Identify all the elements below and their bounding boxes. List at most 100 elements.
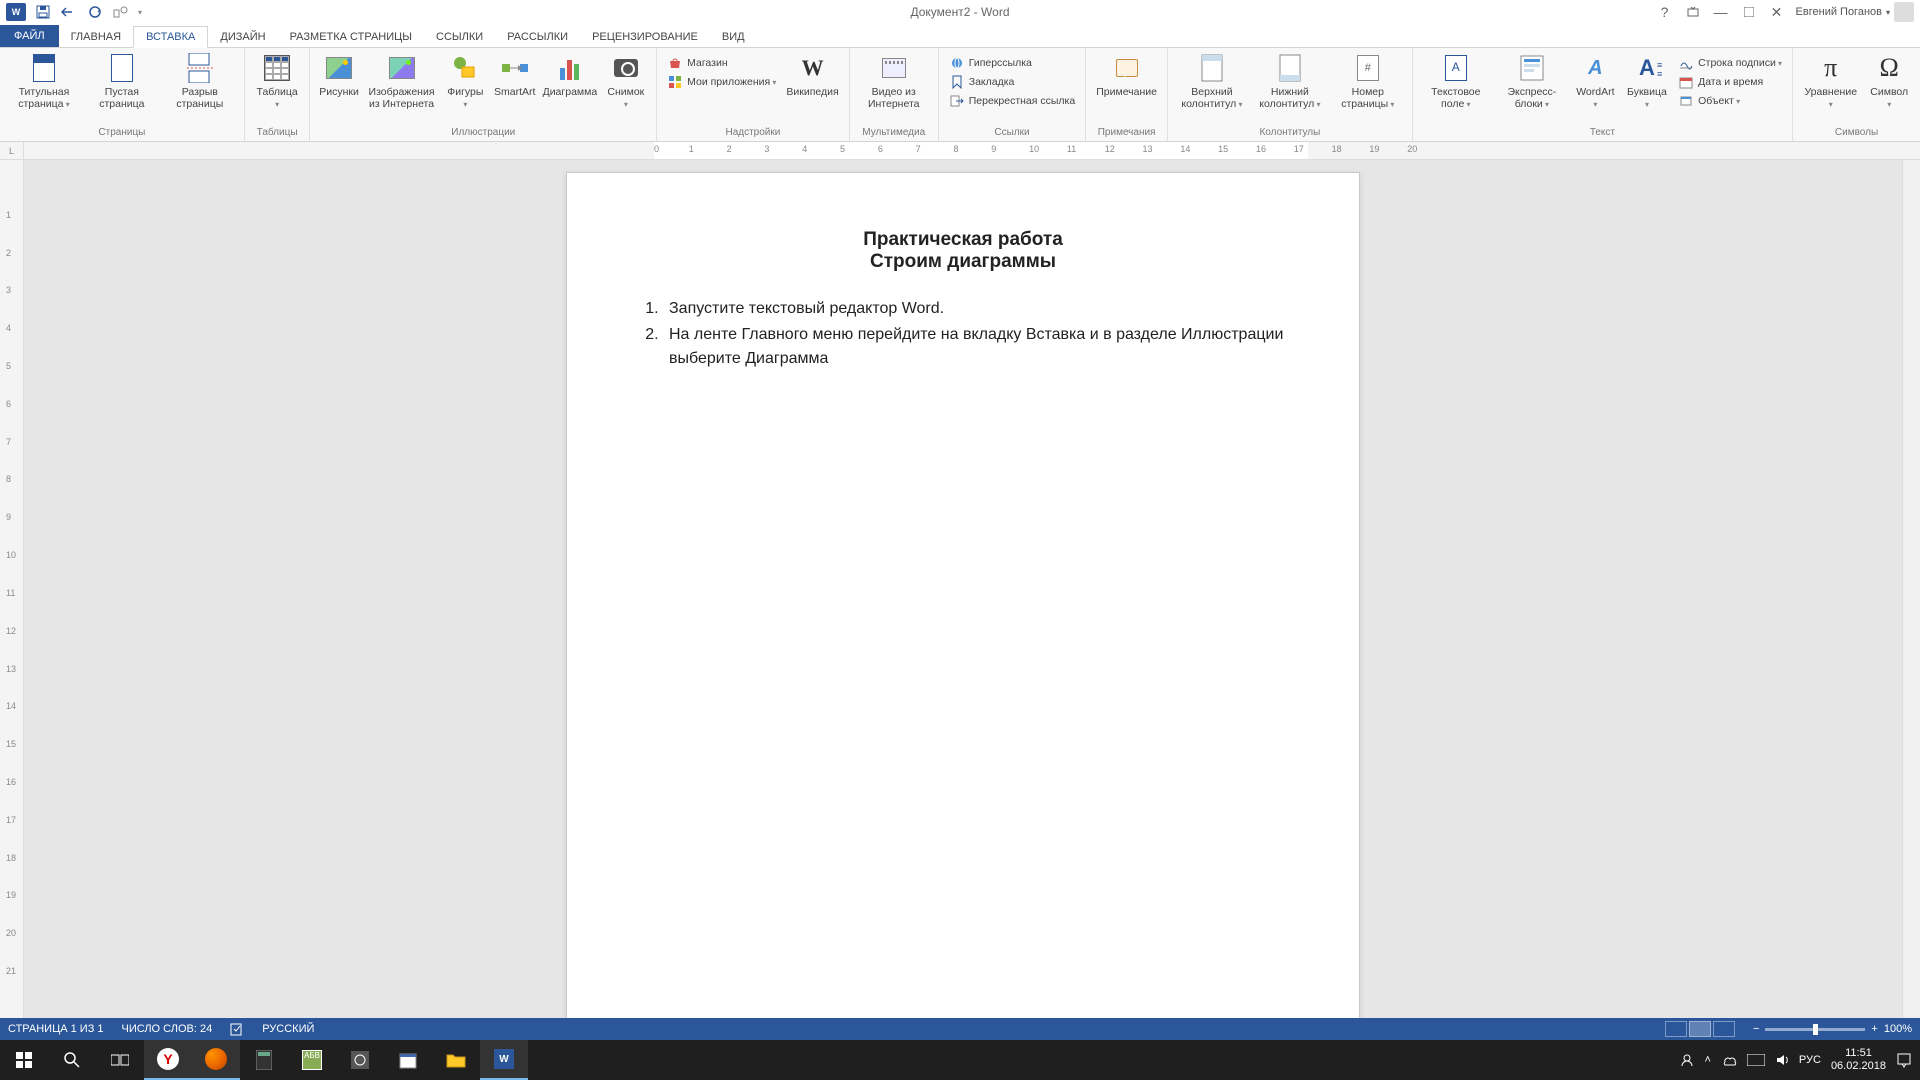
tab-file[interactable]: ФАЙЛ: [0, 25, 59, 47]
taskbar-app-2[interactable]: [336, 1040, 384, 1080]
document-area: 123456789101112131415161718192021 Практи…: [0, 160, 1920, 1018]
zoom-in-button[interactable]: +: [1871, 1023, 1877, 1035]
doc-title-1: Практическая работа: [637, 229, 1289, 251]
quick-parts-button[interactable]: Экспресс-блоки: [1495, 50, 1569, 112]
tab-review[interactable]: РЕЦЕНЗИРОВАНИЕ: [580, 27, 710, 47]
hyperlink-icon: [949, 55, 965, 71]
taskbar-word[interactable]: W: [480, 1040, 528, 1080]
taskbar-app-1[interactable]: АБВ: [288, 1040, 336, 1080]
web-layout-button[interactable]: [1713, 1021, 1735, 1037]
user-account[interactable]: Евгений Поганов ▾: [1796, 2, 1914, 22]
undo-icon[interactable]: [60, 3, 78, 21]
document-scroll[interactable]: Практическая работа Строим диаграммы Зап…: [24, 160, 1902, 1018]
status-words[interactable]: ЧИСЛО СЛОВ: 24: [122, 1023, 213, 1035]
comment-button[interactable]: Примечание: [1092, 50, 1161, 100]
ribbon: Титульная страница Пустая страница Разры…: [0, 48, 1920, 142]
status-page[interactable]: СТРАНИЦА 1 ИЗ 1: [8, 1023, 104, 1035]
taskbar-calendar[interactable]: [384, 1040, 432, 1080]
qat-customize-icon[interactable]: ▾: [138, 8, 142, 17]
pictures-button[interactable]: Рисунки: [316, 50, 361, 100]
start-button[interactable]: [0, 1040, 48, 1080]
save-icon[interactable]: [34, 3, 52, 21]
table-button[interactable]: Таблица: [251, 50, 304, 112]
online-pictures-button[interactable]: Изображения из Интернета: [364, 50, 440, 112]
close-icon[interactable]: ✕: [1768, 5, 1786, 19]
help-icon[interactable]: ?: [1656, 5, 1674, 19]
minimize-icon[interactable]: —: [1712, 5, 1730, 19]
zoom-value[interactable]: 100%: [1884, 1023, 1912, 1035]
tab-home[interactable]: ГЛАВНАЯ: [59, 27, 133, 47]
online-video-button[interactable]: Видео из Интернета: [856, 50, 932, 112]
tab-view[interactable]: ВИД: [710, 27, 757, 47]
list-item: Запустите текстовый редактор Word.: [663, 297, 1289, 321]
screenshot-button[interactable]: Снимок: [602, 50, 651, 112]
page-break-button[interactable]: Разрыв страницы: [162, 50, 238, 112]
text-box-button[interactable]: AТекстовое поле: [1419, 50, 1493, 112]
horizontal-ruler[interactable]: L 01234567891011121314151617181920: [0, 142, 1920, 160]
tray-ime[interactable]: РУС: [1799, 1054, 1821, 1066]
shapes-button[interactable]: Фигуры: [441, 50, 489, 112]
footer-button[interactable]: Нижний колонтитул: [1252, 50, 1328, 112]
tab-mailings[interactable]: РАССЫЛКИ: [495, 27, 580, 47]
equation-button[interactable]: πУравнение: [1799, 50, 1862, 112]
status-proofing-icon[interactable]: [230, 1022, 244, 1036]
tab-layout[interactable]: РАЗМЕТКА СТРАНИЦЫ: [278, 27, 424, 47]
zoom-out-button[interactable]: −: [1753, 1023, 1759, 1035]
my-apps-button[interactable]: Мои приложения: [663, 73, 780, 91]
page-number-button[interactable]: #Номер страницы: [1330, 50, 1406, 112]
group-label: Символы: [1799, 125, 1914, 141]
read-mode-button[interactable]: [1665, 1021, 1687, 1037]
apps-icon: [667, 74, 683, 90]
task-view-button[interactable]: [96, 1040, 144, 1080]
taskbar-yandex[interactable]: Y: [144, 1040, 192, 1080]
date-time-button[interactable]: Дата и время: [1674, 73, 1786, 91]
symbol-button[interactable]: ΩСимвол: [1864, 50, 1914, 112]
header-button[interactable]: Верхний колонтитул: [1174, 50, 1250, 112]
tray-volume-icon[interactable]: [1775, 1053, 1789, 1067]
tab-design[interactable]: ДИЗАЙН: [208, 27, 277, 47]
cross-reference-button[interactable]: Перекрестная ссылка: [945, 92, 1079, 110]
wikipedia-button[interactable]: WВикипедия: [782, 50, 842, 100]
tab-insert[interactable]: ВСТАВКА: [133, 26, 208, 48]
list-item: На ленте Главного меню перейдите на вкла…: [663, 323, 1289, 371]
group-tables: Таблица Таблицы: [245, 48, 311, 141]
group-label: Колонтитулы: [1174, 125, 1406, 141]
ribbon-options-icon[interactable]: [1684, 5, 1702, 19]
tray-notifications-icon[interactable]: [1896, 1052, 1912, 1068]
group-addins: Магазин Мои приложения WВикипедия Надстр…: [657, 48, 850, 141]
tray-clock[interactable]: 11:51 06.02.2018: [1831, 1047, 1886, 1072]
bookmark-button[interactable]: Закладка: [945, 73, 1079, 91]
vertical-scrollbar[interactable]: [1902, 160, 1920, 1018]
user-name: Евгений Поганов: [1796, 6, 1882, 18]
taskbar-firefox[interactable]: [192, 1040, 240, 1080]
cover-page-button[interactable]: Титульная страница: [6, 50, 82, 112]
taskbar-calculator[interactable]: [240, 1040, 288, 1080]
store-button[interactable]: Магазин: [663, 54, 780, 72]
vertical-ruler[interactable]: 123456789101112131415161718192021: [0, 160, 24, 1018]
touch-mode-icon[interactable]: [112, 3, 130, 21]
status-language[interactable]: РУССКИЙ: [262, 1023, 314, 1035]
maximize-icon[interactable]: [1740, 5, 1758, 19]
tray-up-icon[interactable]: ˄: [1704, 1054, 1710, 1066]
taskbar-explorer[interactable]: [432, 1040, 480, 1080]
tab-references[interactable]: ССЫЛКИ: [424, 27, 495, 47]
drop-cap-button[interactable]: A≡≡Буквица: [1622, 50, 1672, 112]
group-comments: Примечание Примечания: [1086, 48, 1168, 141]
bookmark-icon: [949, 74, 965, 90]
redo-icon[interactable]: [86, 3, 104, 21]
tray-keyboard-icon[interactable]: [1747, 1054, 1765, 1066]
smartart-button[interactable]: SmartArt: [491, 50, 538, 100]
tray-onedrive-icon[interactable]: [1721, 1054, 1737, 1066]
object-button[interactable]: Объект: [1674, 92, 1786, 110]
wordart-button[interactable]: AWordArt: [1571, 50, 1620, 112]
print-layout-button[interactable]: [1689, 1021, 1711, 1037]
signature-line-button[interactable]: Строка подписи: [1674, 54, 1786, 72]
hyperlink-button[interactable]: Гиперссылка: [945, 54, 1079, 72]
page[interactable]: Практическая работа Строим диаграммы Зап…: [566, 172, 1360, 1018]
search-button[interactable]: [48, 1040, 96, 1080]
chart-button[interactable]: Диаграмма: [540, 50, 599, 100]
tray-people-icon[interactable]: [1680, 1053, 1694, 1067]
zoom-slider[interactable]: [1765, 1028, 1865, 1031]
blank-page-button[interactable]: Пустая страница: [84, 50, 160, 112]
group-media: Видео из Интернета Мультимедиа: [850, 48, 939, 141]
